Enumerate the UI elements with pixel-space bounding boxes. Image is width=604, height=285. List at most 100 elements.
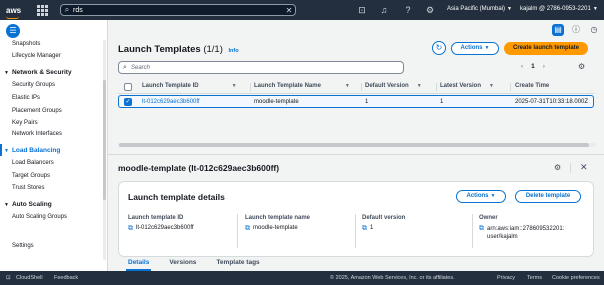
sidebar-scrollbar[interactable] [103, 40, 106, 260]
divider [570, 163, 571, 173]
caret-down-icon: ▼ [4, 148, 9, 154]
info-panel-icon[interactable]: ⓘ [570, 24, 582, 36]
feedback-link[interactable]: Feedback [54, 275, 78, 281]
cookie-preferences-link[interactable]: Cookie preferences [552, 275, 600, 281]
sidebar-item-security-groups[interactable]: Security Groups [12, 82, 55, 88]
menu-toggle-icon[interactable]: ☰ [6, 24, 20, 38]
template-name-value: ⧉ moodle-template [245, 225, 298, 232]
item-count: (1/1) [203, 44, 223, 55]
cloudshell-link[interactable]: CloudShell [16, 275, 43, 281]
create-launch-template-button[interactable]: Create launch template [504, 42, 588, 55]
default-version-cell: 1 [365, 99, 369, 105]
sidebar-item-network-interfaces[interactable]: Network Interfaces [12, 131, 62, 137]
tab-versions[interactable]: Versions [159, 258, 206, 271]
column-divider[interactable] [361, 83, 362, 91]
sidebar-section-network-security[interactable]: ▼ Network & Security [4, 69, 72, 76]
row-checkbox[interactable]: ✓ [124, 98, 132, 106]
sidebar-item-settings[interactable]: Settings [12, 243, 34, 249]
template-id-link[interactable]: lt-012c629aec3b600ff [142, 99, 200, 105]
copy-icon[interactable]: ⧉ [479, 225, 484, 232]
info-link[interactable]: Info [229, 48, 239, 54]
next-page-icon[interactable]: › [543, 63, 545, 70]
template-name-label: Launch template name [245, 215, 311, 221]
column-label: Launch Template ID [142, 83, 199, 89]
copy-icon[interactable]: ⧉ [128, 225, 133, 232]
default-version-label: Default version [362, 215, 406, 221]
aws-logo[interactable]: aws [6, 6, 22, 19]
page-title-text: Launch Templates [118, 44, 201, 55]
sidebar-item-auto-scaling-groups[interactable]: Auto Scaling Groups [12, 214, 67, 220]
detail-tabs: Details Versions Template tags [118, 258, 270, 271]
close-icon[interactable]: ✕ [580, 162, 588, 173]
table-horizontal-scrollbar[interactable] [118, 143, 596, 147]
column-divider[interactable] [436, 83, 437, 91]
table-preferences-icon[interactable]: ⚙ [578, 62, 585, 71]
column-divider[interactable] [250, 83, 251, 91]
delete-template-button[interactable]: Delete template [515, 190, 581, 203]
table-row[interactable]: ✓ lt-012c629aec3b600ff moodle-template 1… [118, 95, 594, 108]
region-selector[interactable]: Asia Pacific (Mumbai) ▼ [447, 6, 512, 12]
settings-gear-icon[interactable]: ⚙ [424, 4, 436, 16]
history-icon[interactable]: ◷ [588, 24, 600, 36]
notifications-icon[interactable]: ♫ [378, 4, 390, 16]
region-label: Asia Pacific (Mumbai) [447, 6, 506, 12]
cloudshell-icon[interactable]: ⊡ [356, 4, 368, 16]
template-name-cell: moodle-template [254, 99, 299, 105]
caret-down-icon: ▼ [4, 70, 9, 76]
column-header-latest-version[interactable]: Latest Version ▼ [440, 83, 494, 89]
column-header-name[interactable]: Launch Template Name ▼ [254, 83, 350, 89]
services-menu-icon[interactable] [36, 4, 48, 16]
column-divider[interactable] [510, 83, 511, 91]
refresh-icon: ↻ [435, 43, 443, 52]
refresh-button[interactable]: ↻ [432, 41, 446, 55]
sidebar-section-auto-scaling[interactable]: ▼ Auto Scaling [4, 201, 52, 208]
page-number[interactable]: 1 [531, 63, 535, 70]
section-label: Auto Scaling [11, 201, 52, 208]
sidebar-section-load-balancing[interactable]: ▼ Load Balancing [4, 147, 60, 154]
table-header: Launch Template ID ▼ Launch Template Name… [118, 80, 594, 94]
sidebar-item-key-pairs[interactable]: Key Pairs [12, 120, 38, 126]
tab-details[interactable]: Details [118, 258, 159, 271]
scrollbar-thumb[interactable] [119, 143, 589, 147]
terms-link[interactable]: Terms [527, 275, 542, 281]
copy-icon[interactable]: ⧉ [245, 225, 250, 232]
sidebar-item-elastic-ips[interactable]: Elastic IPs [12, 95, 40, 101]
help-icon[interactable]: ? [402, 4, 414, 16]
prev-page-icon[interactable]: ‹ [521, 63, 523, 70]
column-header-default-version[interactable]: Default Version ▼ [365, 83, 422, 89]
split-panel-title: moodle-template (lt-012c629aec3b600ff) [118, 163, 280, 173]
clear-search-icon[interactable]: ✕ [283, 6, 295, 15]
sidebar-item-trust-stores[interactable]: Trust Stores [12, 185, 44, 191]
sidebar-item-snapshots[interactable]: Snapshots [12, 41, 40, 47]
select-all-checkbox[interactable] [124, 83, 132, 91]
sidebar-item-target-groups[interactable]: Target Groups [12, 173, 50, 179]
sidebar-item-placement-groups[interactable]: Placement Groups [12, 108, 62, 114]
column-header-create-time[interactable]: Create Time [515, 83, 549, 89]
aws-smile-icon [6, 16, 19, 19]
template-id-label: Launch template ID [128, 215, 184, 221]
table-search-input[interactable]: ⌕ Search [118, 61, 404, 74]
template-id-value: ⧉ lt-012c629aec3b600ff [128, 225, 194, 232]
owner-text: arn:aws:iam::278609532201:user/kajalm [487, 226, 565, 240]
split-panel-divider[interactable] [108, 154, 604, 155]
actions-button[interactable]: Actions ▼ [451, 42, 499, 55]
split-panel-settings-icon[interactable]: ⚙ [554, 163, 561, 172]
divider [472, 214, 473, 248]
cloudshell-icon[interactable]: ⊡ [6, 275, 11, 281]
search-placeholder: Search [131, 64, 151, 71]
copy-icon[interactable]: ⧉ [362, 225, 367, 232]
caret-down-icon: ▼ [484, 45, 490, 51]
details-actions-button[interactable]: Actions ▼ [456, 190, 506, 203]
sidebar-item-lifecycle-manager[interactable]: Lifecycle Manager [12, 53, 61, 59]
search-icon: ⌕ [64, 5, 70, 14]
default-version-value: ⧉ 1 [362, 225, 373, 232]
sidebar-item-load-balancers[interactable]: Load Balancers [12, 160, 54, 166]
global-search-input[interactable]: ⌕ rds ✕ [60, 4, 296, 16]
privacy-link[interactable]: Privacy [497, 275, 515, 281]
column-header-id[interactable]: Launch Template ID ▼ [142, 83, 237, 89]
scrollbar-thumb[interactable] [103, 80, 106, 200]
tools-panel-icon[interactable]: ▤ [552, 24, 564, 36]
column-label: Latest Version [440, 83, 482, 89]
tab-template-tags[interactable]: Template tags [206, 258, 269, 271]
account-menu[interactable]: kajalm @ 2786-0953-2201 ▼ [520, 6, 598, 12]
